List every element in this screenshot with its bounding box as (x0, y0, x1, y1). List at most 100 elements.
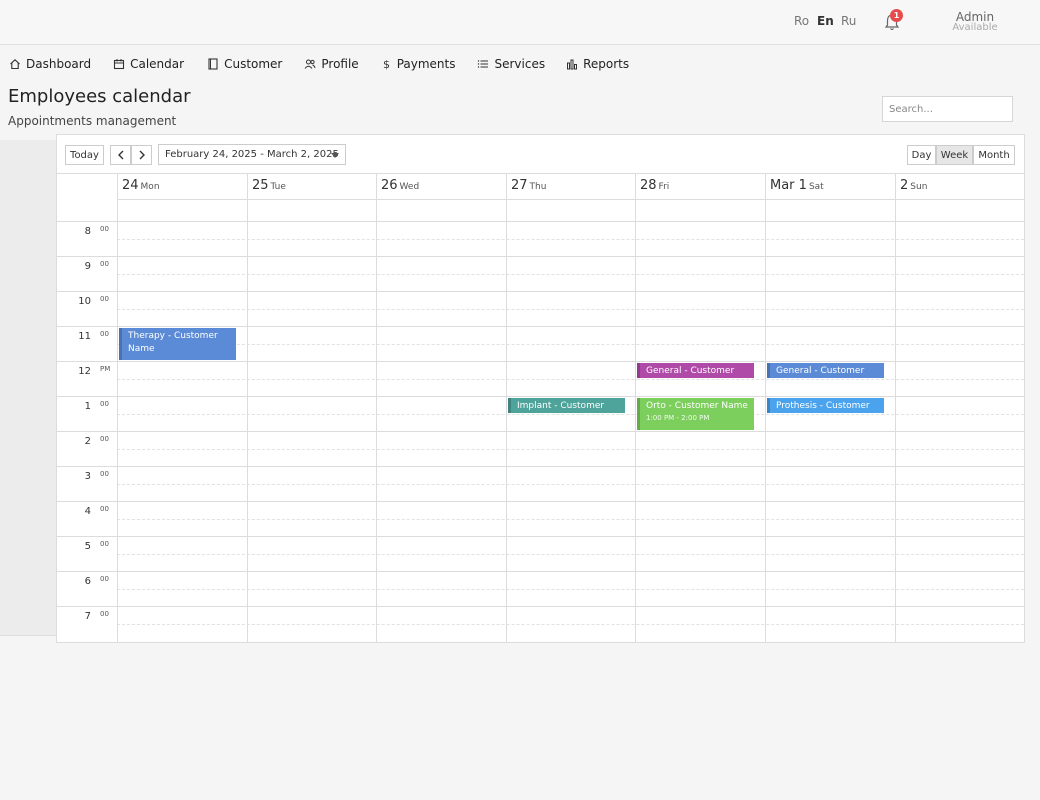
day-weekday: Fri (658, 182, 670, 192)
search-input[interactable] (882, 96, 1013, 122)
view-month-button[interactable]: Month (973, 145, 1015, 165)
day-header[interactable]: 24 Mon (122, 178, 160, 193)
nav-label: Customer (224, 57, 283, 71)
day-header[interactable]: Mar 1 Sat (770, 178, 824, 193)
half-hour-line (117, 238, 1024, 240)
prev-week-button[interactable] (110, 145, 131, 165)
list-icon (478, 60, 489, 68)
day-weekday: Tue (270, 182, 286, 192)
hour-suffix: 00 (100, 470, 109, 478)
notification-badge: 1 (890, 9, 903, 22)
view-day-button[interactable]: Day (907, 145, 936, 165)
hour-suffix: PM (100, 365, 111, 373)
event-title: Implant - Customer (517, 401, 605, 411)
day-number: 26 (381, 178, 398, 193)
svg-text:$: $ (383, 58, 390, 70)
language-en[interactable]: En (817, 14, 834, 28)
appointment-event[interactable]: General - Customer (767, 363, 884, 378)
event-title: General - Customer (776, 366, 865, 376)
language-ru[interactable]: Ru (841, 14, 856, 28)
hour-line (57, 571, 1024, 572)
date-range-label: February 24, 2025 - March 2, 2025 (165, 149, 339, 160)
main-nav: Dashboard Calendar Customer Profile $ Pa… (0, 52, 629, 76)
day-weekday: Mon (140, 182, 160, 192)
hour-suffix: 00 (100, 225, 109, 233)
nav-item-dashboard[interactable]: Dashboard (9, 52, 91, 76)
hour-suffix: 00 (100, 575, 109, 583)
day-column-line (1024, 173, 1025, 643)
appointment-event[interactable]: General - Customer (637, 363, 754, 378)
half-hour-line (117, 273, 1024, 275)
appointment-event[interactable]: Implant - Customer (508, 398, 625, 413)
nav-item-profile[interactable]: Profile (304, 52, 359, 76)
hour-suffix: 00 (100, 400, 109, 408)
half-hour-line (117, 308, 1024, 310)
hour-line (57, 431, 1024, 432)
hour-label: 1 (84, 401, 91, 412)
half-hour-line (117, 413, 1024, 415)
day-column-line (765, 173, 766, 643)
language-ro[interactable]: Ro (794, 14, 809, 28)
event-title: General - Customer (646, 366, 735, 376)
day-header[interactable]: 26 Wed (381, 178, 419, 193)
hour-line (57, 256, 1024, 257)
day-number: 27 (511, 178, 528, 193)
day-header[interactable]: 27 Thu (511, 178, 546, 193)
nav-item-calendar[interactable]: Calendar (113, 52, 184, 76)
home-icon (10, 59, 20, 70)
nav-item-customer[interactable]: Customer (207, 52, 282, 76)
hour-label: 5 (84, 541, 91, 552)
next-week-button[interactable] (131, 145, 152, 165)
nav-item-services[interactable]: Services (477, 52, 545, 76)
event-title: Therapy - Customer Name (128, 331, 218, 354)
date-range-picker[interactable]: February 24, 2025 - March 2, 2025 (158, 144, 346, 165)
day-header[interactable]: 25 Tue (252, 178, 286, 193)
day-column-line (247, 173, 248, 643)
top-bar: Ro En Ru 1 Admin Available (0, 0, 1040, 45)
day-header[interactable]: 2 Sun (900, 178, 927, 193)
header-divider (117, 199, 1024, 200)
side-panel (0, 140, 56, 636)
nav-label: Services (494, 57, 546, 71)
event-title: Orto - Customer Name (646, 401, 748, 411)
bar-chart-icon (567, 59, 578, 70)
half-hour-line (117, 378, 1024, 380)
hour-label: 12 (78, 366, 91, 377)
day-column-line (376, 173, 377, 643)
half-hour-line (117, 448, 1024, 450)
hour-label: 9 (84, 261, 91, 272)
day-number: 2 (900, 178, 909, 193)
hour-label: 10 (78, 296, 91, 307)
nav-item-reports[interactable]: Reports (566, 52, 629, 76)
page-title: Employees calendar (8, 86, 191, 107)
appointment-event[interactable]: Prothesis - Customer (767, 398, 884, 413)
users-icon (304, 59, 316, 69)
half-hour-line (117, 553, 1024, 555)
appointment-event[interactable]: Orto - Customer Name 1:00 PM - 2:00 PM (637, 398, 754, 430)
hour-suffix: 00 (100, 540, 109, 548)
nav-item-payments[interactable]: $ Payments (382, 52, 456, 76)
chevron-down-icon (331, 153, 339, 158)
day-number: 28 (640, 178, 657, 193)
day-header[interactable]: 28 Fri (640, 178, 669, 193)
hour-line (57, 326, 1024, 327)
day-number: 24 (122, 178, 139, 193)
day-weekday: Sat (808, 182, 824, 192)
hour-suffix: 00 (100, 505, 109, 513)
half-hour-line (117, 483, 1024, 485)
hour-line (57, 396, 1024, 397)
hour-suffix: 00 (100, 295, 109, 303)
nav-label: Payments (396, 57, 456, 71)
hour-suffix: 00 (100, 260, 109, 268)
half-hour-line (117, 518, 1024, 520)
appointment-event[interactable]: Therapy - Customer Name (119, 328, 236, 360)
book-icon (208, 58, 218, 70)
week-calendar: Today February 24, 2025 - March 2, 2025 … (56, 134, 1025, 643)
day-weekday: Wed (399, 182, 420, 192)
today-button[interactable]: Today (65, 145, 104, 165)
hour-label: 8 (84, 226, 91, 237)
hour-suffix: 00 (100, 330, 109, 338)
nav-label: Profile (321, 57, 359, 71)
view-week-button[interactable]: Week (936, 145, 973, 165)
hour-line (57, 466, 1024, 467)
